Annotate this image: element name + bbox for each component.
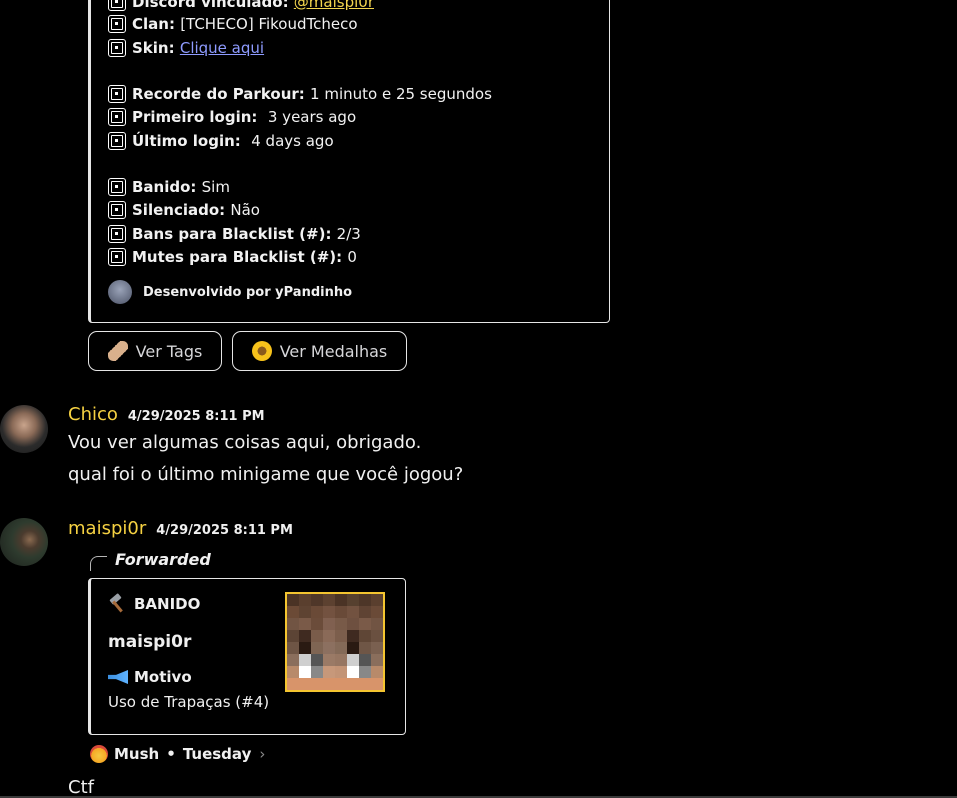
row-skin: Skin: Clique aqui bbox=[108, 37, 264, 59]
ban-player-name: maispi0r bbox=[108, 632, 192, 652]
view-tags-button[interactable]: Ver Tags bbox=[88, 331, 222, 371]
square-dot-icon bbox=[108, 39, 126, 57]
chevron-right-icon: › bbox=[259, 745, 266, 763]
developer-avatar bbox=[108, 280, 132, 304]
square-dot-icon bbox=[108, 108, 126, 126]
square-dot-icon bbox=[108, 225, 126, 243]
avatar-chico[interactable] bbox=[0, 405, 48, 453]
square-dot-icon bbox=[108, 132, 126, 150]
megaphone-icon bbox=[108, 670, 128, 684]
hammer-icon bbox=[108, 593, 126, 613]
embed-footer: Desenvolvido por yPandinho bbox=[108, 280, 352, 304]
message-text: qual foi o último minigame que você jogo… bbox=[68, 464, 464, 485]
ban-title: BANIDO bbox=[108, 593, 200, 613]
timestamp: 4/29/2025 8:11 PM bbox=[156, 523, 293, 538]
row-bans-blacklist: Bans para Blacklist (#): 2/3 bbox=[108, 223, 361, 245]
row-last-login: Último login: 4 days ago bbox=[108, 130, 334, 152]
view-medals-button[interactable]: Ver Medalhas bbox=[232, 331, 407, 371]
row-mutes-blacklist: Mutes para Blacklist (#): 0 bbox=[108, 246, 357, 268]
message-header: maispi0r 4/29/2025 8:11 PM bbox=[68, 518, 293, 539]
ban-reason-title: Motivo bbox=[108, 668, 192, 686]
username-maispi0r[interactable]: maispi0r bbox=[68, 518, 146, 539]
row-clan: Clan: [TCHECO] FikoudTcheco bbox=[108, 13, 358, 35]
skin-link[interactable]: Clique aqui bbox=[180, 39, 264, 57]
forwarded-label: Forwarded bbox=[90, 548, 211, 571]
avatar-maispi0r[interactable] bbox=[0, 518, 48, 566]
square-dot-icon bbox=[108, 248, 126, 266]
forward-arrow-icon bbox=[90, 556, 107, 571]
row-discord: Discord vinculado: @maispi0r bbox=[108, 0, 374, 13]
ban-reason: Uso de Trapaças (#4) bbox=[108, 693, 270, 711]
square-dot-icon bbox=[108, 85, 126, 103]
sunflower-icon bbox=[251, 341, 272, 361]
row-muted: Silenciado: Não bbox=[108, 199, 260, 221]
message-header: Chico 4/29/2025 8:11 PM bbox=[68, 404, 265, 425]
row-first-login: Primeiro login: 3 years ago bbox=[108, 106, 356, 128]
message-text: Ctf bbox=[68, 777, 94, 798]
bandage-icon bbox=[107, 341, 128, 361]
square-dot-icon bbox=[108, 178, 126, 196]
square-dot-icon bbox=[108, 0, 126, 11]
row-parkour: Recorde do Parkour: 1 minuto e 25 segund… bbox=[108, 83, 492, 105]
forward-source[interactable]: Mush • Tuesday › bbox=[90, 745, 265, 763]
square-dot-icon bbox=[108, 201, 126, 219]
timestamp: 4/29/2025 8:11 PM bbox=[127, 409, 265, 424]
username-chico[interactable]: Chico bbox=[68, 404, 118, 425]
message-text: Vou ver algumas coisas aqui, obrigado. bbox=[68, 432, 422, 453]
server-emoji-icon bbox=[90, 745, 108, 763]
skin-thumbnail[interactable] bbox=[285, 592, 385, 692]
square-dot-icon bbox=[108, 15, 126, 33]
discord-mention-link[interactable]: @maispi0r bbox=[294, 0, 374, 11]
row-banned: Banido: Sim bbox=[108, 176, 230, 198]
